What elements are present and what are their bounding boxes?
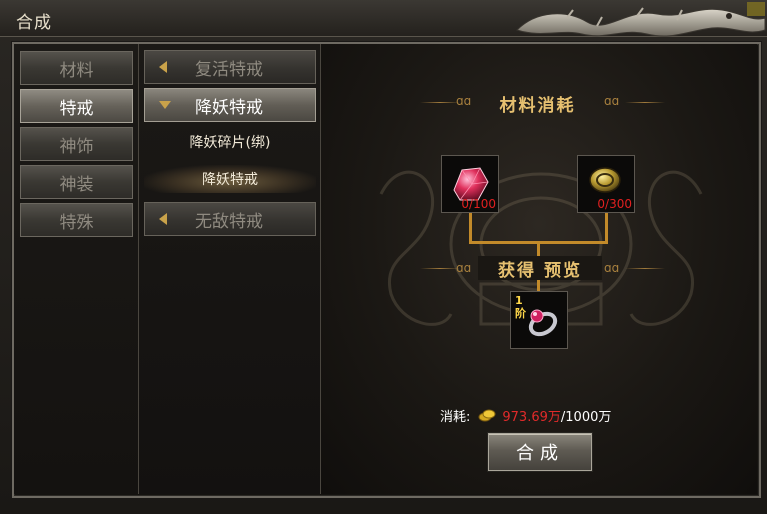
subcategory-label: 无敌特戒 xyxy=(195,211,263,232)
category-label: 特殊 xyxy=(59,212,94,233)
craft-button-label: 合成 xyxy=(516,443,564,464)
category-special-ring-button[interactable]: 特戒 xyxy=(20,89,133,123)
cost-label: 消耗: xyxy=(440,409,471,425)
expanded-arrow-icon xyxy=(159,101,171,109)
sub-item-label: 降妖碎片(绑) xyxy=(189,135,271,151)
material-quantity: 0/100 xyxy=(461,197,496,211)
subcategory-label: 降妖特戒 xyxy=(195,97,263,118)
swirl-ornament-icon: ɑɑ xyxy=(456,261,472,275)
craft-button[interactable]: 合成 xyxy=(488,433,592,471)
tier-badge: 1 阶 xyxy=(515,294,526,320)
tier-character: 阶 xyxy=(515,307,526,320)
category-label: 神饰 xyxy=(59,136,94,157)
sub-item-demon-ring[interactable]: 降妖特戒 xyxy=(144,165,316,193)
materials-title: 材料消耗 xyxy=(499,95,576,116)
connector-line xyxy=(605,213,608,243)
preview-title: 获得 预览 xyxy=(478,256,602,281)
material-quantity: 0/300 xyxy=(597,197,632,211)
cost-max: /1000万 xyxy=(560,409,612,425)
category-label: 神装 xyxy=(59,174,94,195)
category-divine-gear-button[interactable]: 神装 xyxy=(20,165,133,199)
tier-number: 1 xyxy=(515,294,523,307)
swirl-ornament-icon: ɑɑ xyxy=(604,261,620,275)
material-slot-coin[interactable]: 0/300 xyxy=(577,155,635,213)
cost-row: 消耗: 973.69万 /1000万 xyxy=(440,406,612,425)
subcategory-revive-ring-button[interactable]: 复活特戒 xyxy=(144,50,316,84)
category-materials-button[interactable]: 材料 xyxy=(20,51,133,85)
sub-item-label: 降妖特戒 xyxy=(202,172,258,188)
collapsed-arrow-icon xyxy=(159,213,167,225)
result-slot[interactable]: 1 阶 xyxy=(510,291,568,349)
category-divine-ornament-button[interactable]: 神饰 xyxy=(20,127,133,161)
title-divider-right xyxy=(625,268,665,269)
category-label: 材料 xyxy=(59,60,94,81)
cost-current: 973.69万 xyxy=(502,409,561,425)
category-label: 特戒 xyxy=(59,98,94,119)
connector-line xyxy=(469,213,472,243)
window-title: 合成 xyxy=(16,13,52,33)
swirl-ornament-icon: ɑɑ xyxy=(604,94,620,108)
subcategory-invincible-ring-button[interactable]: 无敌特戒 xyxy=(144,202,316,236)
title-divider-left xyxy=(420,268,460,269)
collapsed-arrow-icon xyxy=(159,61,167,73)
sub-item-demon-fragment[interactable]: 降妖碎片(绑) xyxy=(144,128,316,156)
category-special-button[interactable]: 特殊 xyxy=(20,203,133,237)
subcategory-demon-ring-button[interactable]: 降妖特戒 xyxy=(144,88,316,122)
dragon-ornament-icon xyxy=(516,2,766,37)
gold-coin-icon xyxy=(478,409,496,422)
material-slot-gem[interactable]: 0/100 xyxy=(441,155,499,213)
title-divider-right xyxy=(625,102,665,103)
subcategory-label: 复活特戒 xyxy=(195,59,263,80)
